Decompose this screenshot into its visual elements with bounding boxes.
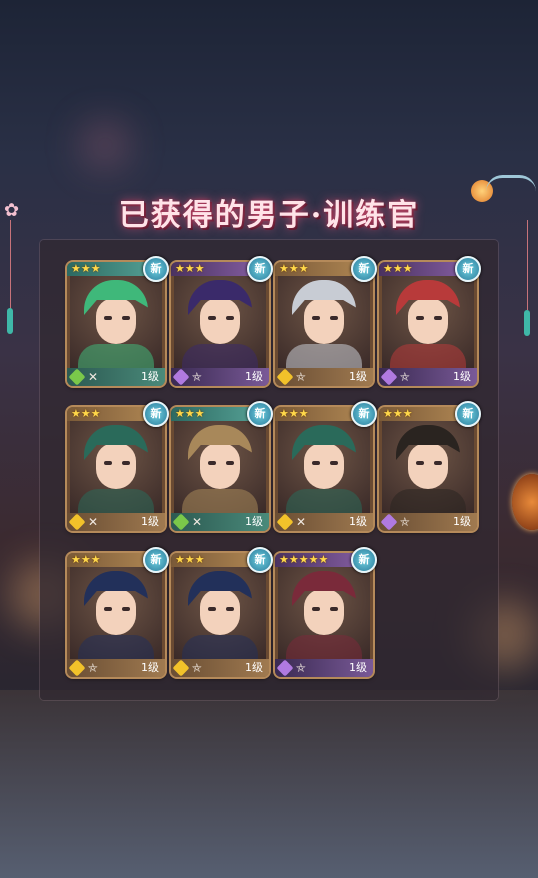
- weapon-type-icon: ⛤: [192, 370, 202, 384]
- new-badge: 新: [351, 547, 377, 573]
- element-gem-icon: [68, 659, 86, 677]
- level-label: 1级: [453, 515, 471, 528]
- side-action-button[interactable]: [512, 474, 538, 530]
- character-card[interactable]: ★★★ ⛤ 1级 新: [275, 256, 377, 386]
- element-gem-icon: [68, 368, 86, 386]
- element-gem-icon: [276, 513, 294, 531]
- character-portrait: [70, 276, 162, 368]
- character-card[interactable]: ★★★ ✕ 1级 新: [67, 256, 169, 386]
- character-card[interactable]: ★★★★★ ⛤ 1级 新: [275, 547, 377, 677]
- character-portrait: [278, 421, 370, 513]
- weapon-type-icon: ⛤: [296, 661, 306, 675]
- weapon-type-icon: ✕: [192, 515, 203, 529]
- character-portrait: [70, 421, 162, 513]
- character-portrait: [174, 567, 266, 659]
- new-badge: 新: [143, 547, 169, 573]
- element-gem-icon: [172, 368, 190, 386]
- new-badge: 新: [247, 256, 273, 282]
- level-label: 1级: [349, 661, 367, 674]
- lantern-left-icon: [7, 308, 13, 334]
- new-badge: 新: [143, 401, 169, 427]
- character-portrait: [70, 567, 162, 659]
- weapon-type-icon: ✕: [88, 515, 99, 529]
- character-card[interactable]: ★★★ ⛤ 1级 新: [379, 256, 481, 386]
- level-label: 1级: [245, 661, 263, 674]
- card-info-bar: ✕ 1级: [275, 513, 373, 531]
- lantern-right-icon: [524, 310, 530, 336]
- character-portrait: [174, 421, 266, 513]
- level-label: 1级: [141, 515, 159, 528]
- card-info-bar: ✕ 1级: [67, 368, 165, 386]
- weapon-type-icon: ✕: [296, 515, 307, 529]
- character-portrait: [278, 276, 370, 368]
- weapon-type-icon: ⛤: [192, 661, 202, 675]
- character-portrait: [278, 567, 370, 659]
- card-info-bar: ⛤ 1级: [379, 513, 477, 531]
- element-gem-icon: [380, 368, 398, 386]
- weapon-type-icon: ⛤: [400, 370, 410, 384]
- element-gem-icon: [276, 368, 294, 386]
- element-gem-icon: [172, 659, 190, 677]
- character-card[interactable]: ★★★ ✕ 1级 新: [171, 401, 273, 531]
- card-info-bar: ⛤ 1级: [275, 368, 373, 386]
- new-badge: 新: [351, 256, 377, 282]
- character-portrait: [382, 276, 474, 368]
- new-badge: 新: [143, 256, 169, 282]
- weapon-type-icon: ⛤: [400, 515, 410, 529]
- card-info-bar: ⛤ 1级: [67, 659, 165, 677]
- character-card[interactable]: ★★★ ✕ 1级 新: [275, 401, 377, 531]
- element-gem-icon: [380, 513, 398, 531]
- level-label: 1级: [453, 370, 471, 383]
- character-card[interactable]: ★★★ ✕ 1级 新: [67, 401, 169, 531]
- new-badge: 新: [455, 401, 481, 427]
- level-label: 1级: [141, 370, 159, 383]
- card-info-bar: ✕ 1级: [171, 513, 269, 531]
- new-badge: 新: [247, 547, 273, 573]
- card-info-bar: ⛤ 1级: [171, 368, 269, 386]
- weapon-type-icon: ⛤: [88, 661, 98, 675]
- level-label: 1级: [349, 515, 367, 528]
- card-info-bar: ⛤ 1级: [275, 659, 373, 677]
- level-label: 1级: [141, 661, 159, 674]
- new-badge: 新: [455, 256, 481, 282]
- card-info-bar: ✕ 1级: [67, 513, 165, 531]
- character-card[interactable]: ★★★ ⛤ 1级 新: [171, 547, 273, 677]
- background-road: [0, 690, 538, 878]
- element-gem-icon: [68, 513, 86, 531]
- page-title: 已获得的男子·训练官: [118, 198, 420, 233]
- weapon-type-icon: ⛤: [296, 370, 306, 384]
- level-label: 1级: [245, 370, 263, 383]
- card-info-bar: ⛤ 1级: [379, 368, 477, 386]
- level-label: 1级: [245, 515, 263, 528]
- character-card[interactable]: ★★★ ⛤ 1级 新: [171, 256, 273, 386]
- element-gem-icon: [276, 659, 294, 677]
- level-label: 1级: [349, 370, 367, 383]
- card-info-bar: ⛤ 1级: [171, 659, 269, 677]
- new-badge: 新: [351, 401, 377, 427]
- character-portrait: [382, 421, 474, 513]
- element-gem-icon: [172, 513, 190, 531]
- weapon-type-icon: ✕: [88, 370, 99, 384]
- new-badge: 新: [247, 401, 273, 427]
- character-card[interactable]: ★★★ ⛤ 1级 新: [379, 401, 481, 531]
- character-portrait: [174, 276, 266, 368]
- character-card[interactable]: ★★★ ⛤ 1级 新: [67, 547, 169, 677]
